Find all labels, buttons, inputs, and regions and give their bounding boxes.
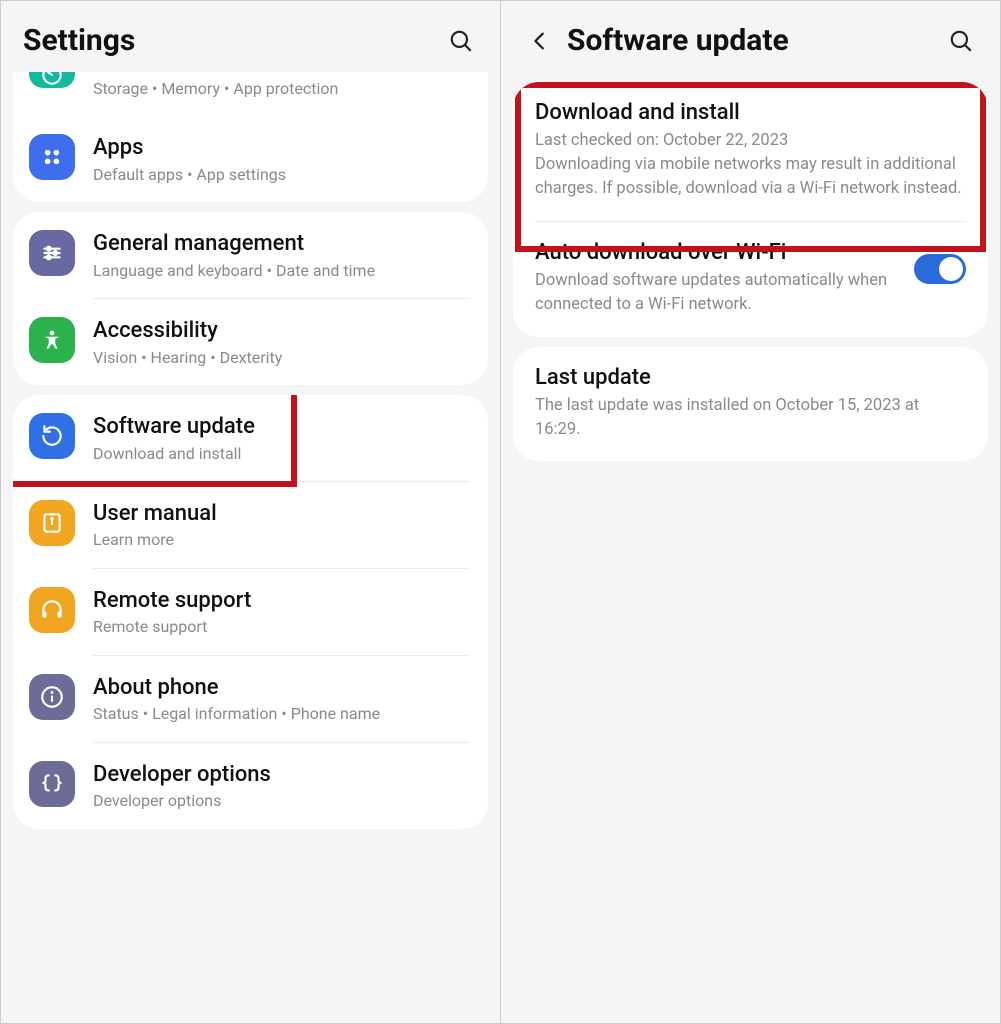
item-label: Accessibility	[93, 317, 470, 345]
item-label: User manual	[93, 500, 470, 528]
item-text: Remote support Remote support	[93, 585, 470, 639]
settings-header: Settings	[1, 1, 500, 72]
apps-icon	[29, 134, 75, 180]
row-label: Download and install	[535, 100, 966, 125]
manual-icon	[29, 500, 75, 546]
settings-item-accessibility[interactable]: Accessibility Vision • Hearing • Dexteri…	[13, 299, 488, 385]
item-text: Accessibility Vision • Hearing • Dexteri…	[93, 315, 470, 369]
page-title: Settings	[23, 23, 444, 58]
row-download-install[interactable]: Download and install Last checked on: Oc…	[513, 82, 988, 221]
item-sub: Download and install	[93, 443, 470, 465]
software-update-header: Software update	[501, 1, 1000, 72]
item-text: Software update Download and install	[93, 411, 470, 465]
software-update-card: Download and install Last checked on: Oc…	[513, 82, 988, 337]
settings-group: Software update Download and install Use…	[13, 395, 488, 828]
settings-item-device-care[interactable]: Device care Storage • Memory • App prote…	[13, 72, 488, 116]
item-sub: Developer options	[93, 790, 470, 812]
toggle-auto-download[interactable]	[914, 254, 966, 284]
settings-item-about-phone[interactable]: About phone Status • Legal information •…	[13, 656, 488, 742]
row-text: Auto download over Wi-Fi Download softwa…	[535, 240, 898, 317]
row-label: Auto download over Wi-Fi	[535, 240, 898, 265]
row-auto-download[interactable]: Auto download over Wi-Fi Download softwa…	[513, 222, 988, 337]
item-sub: Storage • Memory • App protection	[93, 78, 470, 100]
item-sub: Status • Legal information • Phone name	[93, 703, 470, 725]
settings-group: Device care Storage • Memory • App prote…	[13, 72, 488, 202]
item-sub: Default apps • App settings	[93, 164, 470, 186]
item-text: About phone Status • Legal information •…	[93, 672, 470, 726]
last-update-label: Last update	[535, 365, 966, 390]
item-text: Device care Storage • Memory • App prote…	[93, 74, 470, 100]
search-icon	[448, 28, 474, 54]
item-label: Developer options	[93, 761, 470, 789]
item-text: User manual Learn more	[93, 498, 470, 552]
last-update-card: Last update The last update was installe…	[513, 347, 988, 462]
item-text: General management Language and keyboard…	[93, 228, 470, 282]
item-sub: Learn more	[93, 529, 470, 551]
item-text: Apps Default apps • App settings	[93, 132, 470, 186]
sliders-icon	[29, 230, 75, 276]
item-sub: Language and keyboard • Date and time	[93, 260, 470, 282]
back-button[interactable]	[523, 24, 557, 58]
headset-icon	[29, 587, 75, 633]
row-sub: Last checked on: October 22, 2023Downloa…	[535, 129, 966, 201]
item-label: Software update	[93, 413, 470, 441]
settings-item-apps[interactable]: Apps Default apps • App settings	[13, 116, 488, 202]
settings-item-software-update[interactable]: Software update Download and install	[13, 395, 488, 481]
item-label: Apps	[93, 134, 470, 162]
item-text: Developer options Developer options	[93, 759, 470, 813]
braces-icon	[29, 761, 75, 807]
search-icon	[948, 28, 974, 54]
settings-item-developer-options[interactable]: Developer options Developer options	[13, 743, 488, 829]
gauge-icon	[29, 72, 75, 88]
settings-item-general-management[interactable]: General management Language and keyboard…	[13, 212, 488, 298]
item-label: General management	[93, 230, 470, 258]
item-label: Remote support	[93, 587, 470, 615]
row-sub: Download software updates automatically …	[535, 269, 898, 317]
search-button[interactable]	[944, 24, 978, 58]
item-sub: Remote support	[93, 616, 470, 638]
page-title: Software update	[567, 23, 944, 58]
chevron-left-icon	[529, 30, 551, 52]
update-icon	[29, 413, 75, 459]
item-label: About phone	[93, 674, 470, 702]
accessibility-icon	[29, 317, 75, 363]
settings-group: General management Language and keyboard…	[13, 212, 488, 385]
last-update-row[interactable]: Last update The last update was installe…	[513, 347, 988, 462]
toggle-knob	[939, 257, 963, 281]
settings-item-user-manual[interactable]: User manual Learn more	[13, 482, 488, 568]
settings-panel: Settings Device care Storage • Memory • …	[0, 0, 501, 1024]
info-icon	[29, 674, 75, 720]
software-update-panel: Software update Download and install Las…	[501, 0, 1001, 1024]
item-sub: Vision • Hearing • Dexterity	[93, 347, 470, 369]
settings-item-remote-support[interactable]: Remote support Remote support	[13, 569, 488, 655]
search-button[interactable]	[444, 24, 478, 58]
last-update-sub: The last update was installed on October…	[535, 394, 966, 442]
